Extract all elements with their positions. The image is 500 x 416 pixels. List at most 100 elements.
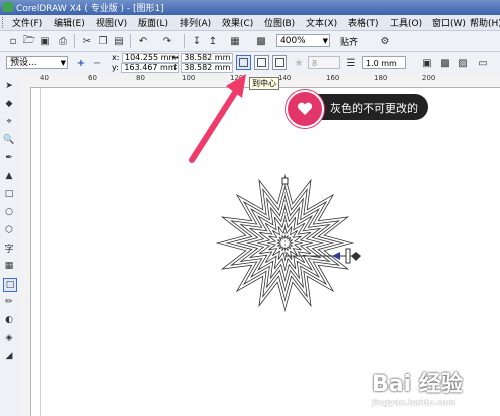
vertical-ruler[interactable]	[18, 87, 31, 416]
menu-bitmaps[interactable]: 位图(B)	[262, 16, 297, 29]
x-position-label: x:	[112, 53, 120, 62]
width-icon: ↔	[172, 53, 179, 62]
preset-value: 预设...	[10, 58, 37, 68]
outline-width-icon: ☰	[346, 57, 356, 69]
width-field[interactable]: 38.582 mm	[181, 53, 234, 63]
interactive-tool-icon[interactable]: □	[3, 278, 17, 292]
cut-icon[interactable]: ✂	[80, 34, 94, 48]
ruler-label: 60	[88, 74, 97, 82]
toolbar-separator	[74, 34, 75, 48]
ruler-label: 40	[40, 74, 49, 82]
property-bar: 预设... ▼ + − x: 104.255 mm y: 163.467 mm …	[0, 52, 500, 75]
move-to-center-tooltip: 到中心	[249, 77, 279, 90]
coreldraw-app-icon	[3, 2, 13, 12]
toolbar-separator	[184, 34, 185, 48]
standard-toolbar: ▫ 🗁 ▣ ⎙ ✂ ❐ ▤ ↶ ↷ ↧ ↥ ▦ ▩ 400% ▼ 贴齐 ⚙	[0, 31, 500, 52]
heart-badge-icon	[286, 90, 324, 128]
ruler-label: 120	[230, 74, 244, 82]
ruler-label: 140	[278, 74, 292, 82]
application-launcher-icon[interactable]: ▦	[228, 34, 242, 48]
interactive-fill-tool-icon[interactable]: ◢	[3, 350, 15, 362]
ruler-label: 160	[326, 74, 340, 82]
height-field[interactable]: 38.582 mm	[181, 63, 234, 73]
ruler-label: 100	[182, 74, 196, 82]
outline-width-select[interactable]: 1.0 mm	[362, 56, 406, 69]
to-front-icon[interactable]: ▩	[438, 56, 452, 70]
ruler-label: 80	[136, 74, 145, 82]
align-icon	[257, 58, 266, 67]
open-folder-icon[interactable]: 🗁	[22, 34, 36, 48]
chevron-down-icon: ▼	[60, 59, 66, 67]
menu-text[interactable]: 文本(X)	[304, 16, 339, 29]
outline-width-value: 1.0 mm	[366, 59, 397, 68]
menu-help[interactable]: 帮助(H)	[468, 16, 500, 29]
callout-text: 灰色的不可更改的	[330, 102, 418, 115]
align-icon	[275, 58, 284, 67]
menu-grip-icon	[2, 17, 7, 28]
page-border	[40, 88, 41, 416]
watermark-text: Bai 经验	[372, 372, 463, 397]
polygon-tool-icon[interactable]: ⬡	[3, 224, 15, 236]
add-preset-icon[interactable]: +	[74, 56, 88, 70]
zoom-level-value: 400%	[280, 36, 306, 46]
menu-file[interactable]: 文件(F)	[10, 16, 44, 29]
menu-tools[interactable]: 工具(O)	[388, 16, 424, 29]
menu-window[interactable]: 窗口(W)	[430, 16, 468, 29]
star-points-value: 8	[312, 59, 318, 68]
ellipse-tool-icon[interactable]: ○	[3, 206, 15, 218]
pick-tool-icon[interactable]: ➤	[3, 80, 15, 92]
export-icon[interactable]: ↥	[206, 34, 220, 48]
convert-to-curves-icon[interactable]: ▭	[476, 56, 490, 70]
menu-arrange[interactable]: 排列(A)	[178, 16, 213, 29]
welcome-screen-icon[interactable]: ▩	[254, 34, 268, 48]
ruler-label: 180	[374, 74, 388, 82]
snap-to-menu[interactable]: 贴齐	[340, 35, 358, 48]
x-position-field[interactable]: 104.255 mm	[121, 53, 180, 63]
freehand-tool-icon[interactable]: ✒	[3, 152, 15, 164]
toolbar-separator	[130, 34, 131, 48]
zoom-level-select[interactable]: 400% ▼	[276, 34, 330, 47]
star-points-icon: ★	[294, 57, 304, 69]
menu-layout[interactable]: 版面(L)	[136, 16, 170, 29]
rectangle-tool-icon[interactable]: □	[3, 188, 15, 200]
preset-select[interactable]: 预设... ▼	[6, 56, 68, 69]
toolbox: ➤ ◆ ⌖ 🔍 ✒ ▲ □ ○ ⬡ 字 ▦ □ ✏ ◐ ◈ ◢	[0, 74, 19, 416]
undo-icon[interactable]: ↶	[136, 34, 150, 48]
import-icon[interactable]: ↧	[190, 34, 204, 48]
wrap-text-icon[interactable]: ▣	[420, 56, 434, 70]
align-button-2[interactable]	[254, 55, 269, 70]
redo-icon[interactable]: ↷	[160, 34, 174, 48]
crop-tool-icon[interactable]: ⌖	[3, 116, 15, 128]
height-icon: ↕	[172, 63, 179, 72]
align-button-3[interactable]	[272, 55, 287, 70]
chevron-down-icon: ▼	[322, 37, 328, 45]
ruler-label: 200	[422, 74, 436, 82]
paste-icon[interactable]: ▤	[112, 34, 126, 48]
baidu-watermark: Bai 经验 jingyan.baidu.com	[372, 366, 463, 407]
to-back-icon[interactable]: ▨	[456, 56, 470, 70]
menu-table[interactable]: 表格(T)	[346, 16, 381, 29]
table-tool-icon[interactable]: ▦	[3, 260, 15, 272]
smart-fill-tool-icon[interactable]: ▲	[3, 170, 15, 182]
new-document-icon[interactable]: ▫	[6, 34, 20, 48]
shape-tool-icon[interactable]: ◆	[3, 98, 15, 110]
y-position-label: y:	[112, 63, 119, 72]
remove-preset-icon[interactable]: −	[90, 56, 104, 70]
y-position-field[interactable]: 163.467 mm	[121, 63, 179, 73]
watermark-url: jingyan.baidu.com	[372, 398, 456, 407]
menu-edit[interactable]: 编辑(E)	[52, 16, 87, 29]
print-icon[interactable]: ⎙	[56, 34, 70, 48]
outline-tool-icon[interactable]: ◐	[3, 314, 15, 326]
eyedropper-tool-icon[interactable]: ✏	[3, 296, 15, 308]
text-tool-icon[interactable]: 字	[3, 242, 15, 255]
move-to-center-button[interactable]	[236, 55, 251, 70]
options-icon[interactable]: ⚙	[378, 34, 392, 48]
menu-effects[interactable]: 效果(C)	[220, 16, 255, 29]
fill-tool-icon[interactable]: ◈	[3, 332, 15, 344]
star-points-field: 8	[308, 56, 340, 69]
copy-icon[interactable]: ❐	[96, 34, 110, 48]
zoom-tool-icon[interactable]: 🔍	[3, 134, 15, 146]
center-align-icon	[239, 58, 248, 67]
menu-view[interactable]: 视图(V)	[94, 16, 129, 29]
save-icon[interactable]: ▣	[38, 34, 52, 48]
